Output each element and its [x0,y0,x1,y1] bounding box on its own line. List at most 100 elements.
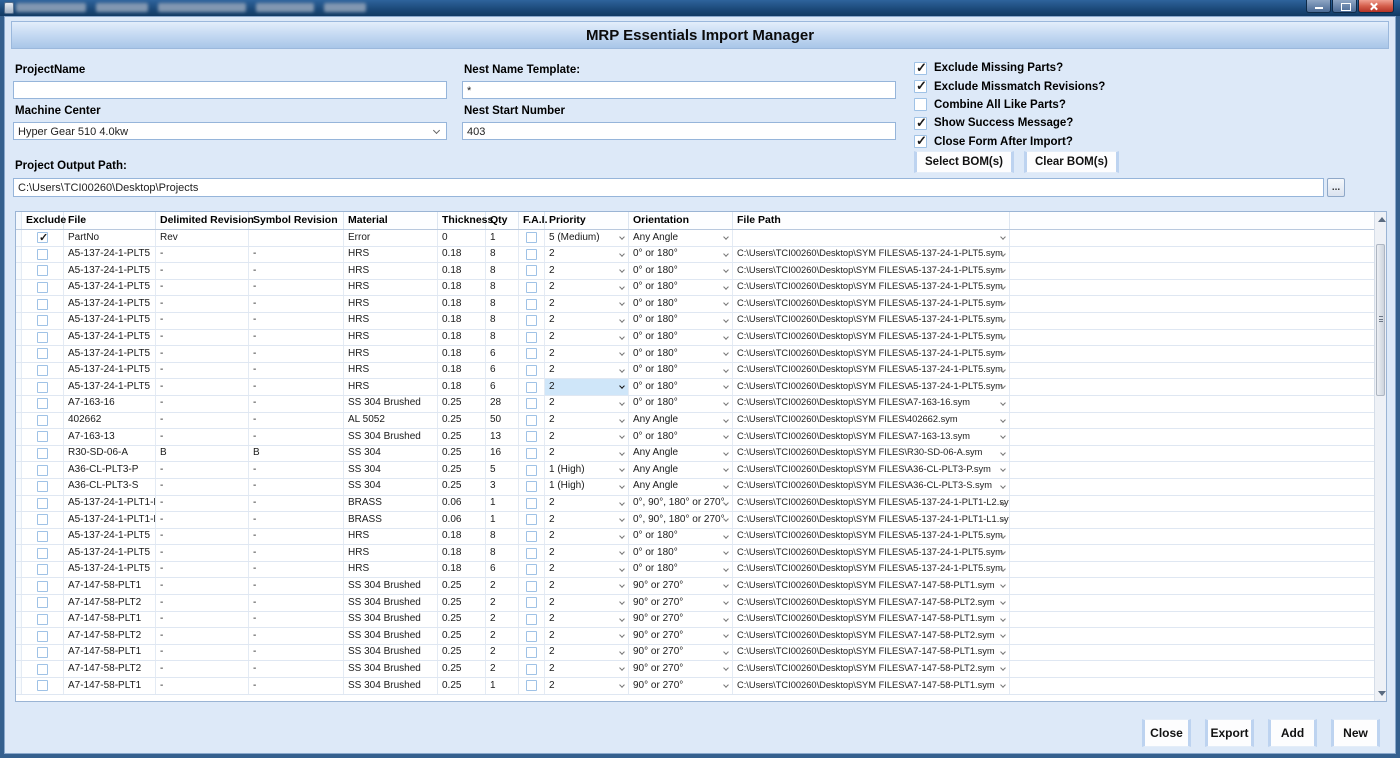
checkbox-icon[interactable] [526,249,537,260]
fai-checkbox[interactable] [519,429,545,445]
orientation-dropdown[interactable]: 0° or 180° [629,545,733,561]
checkbox-icon[interactable] [37,548,48,559]
checkbox-icon[interactable] [526,265,537,276]
cell-symbol-revision[interactable] [249,230,344,246]
cell-delimited-revision[interactable]: - [156,263,249,279]
cell-qty[interactable]: 50 [486,413,519,429]
exclude-checkbox[interactable] [22,578,64,594]
orientation-dropdown[interactable]: 0° or 180° [629,280,733,296]
checkbox-icon[interactable] [526,680,537,691]
cell-thickness[interactable]: 0.18 [438,363,486,379]
cell-thickness[interactable]: 0.06 [438,496,486,512]
cell-thickness[interactable]: 0.18 [438,313,486,329]
cell-material[interactable]: SS 304 Brushed [344,628,438,644]
machine-center-select[interactable]: Hyper Gear 510 4.0kw [13,122,447,140]
checkbox-icon[interactable] [526,315,537,326]
checkbox-icon[interactable] [37,415,48,426]
cell-thickness[interactable]: 0.18 [438,247,486,263]
orientation-dropdown[interactable]: Any Angle [629,446,733,462]
cell-file[interactable]: A5-137-24-1-PLT1-L1 [64,512,156,528]
priority-dropdown[interactable]: 2 [545,330,629,346]
checkbox-icon[interactable] [526,647,537,658]
checkbox-icon[interactable] [37,382,48,393]
cell-material[interactable]: SS 304 Brushed [344,678,438,694]
cell-delimited-revision[interactable]: - [156,661,249,677]
cell-qty[interactable]: 1 [486,230,519,246]
orientation-dropdown[interactable]: 0° or 180° [629,363,733,379]
scroll-up-icon[interactable] [1378,217,1386,222]
output-path-input[interactable]: C:\Users\TCI00260\Desktop\Projects [13,178,1324,197]
fai-checkbox[interactable] [519,296,545,312]
fai-checkbox[interactable] [519,661,545,677]
exclude-checkbox[interactable] [22,628,64,644]
scroll-down-icon[interactable] [1378,691,1386,696]
cell-symbol-revision[interactable]: - [249,330,344,346]
cell-material[interactable]: SS 304 Brushed [344,429,438,445]
checkbox-icon[interactable] [526,498,537,509]
cell-delimited-revision[interactable]: - [156,612,249,628]
checkbox-icon[interactable] [526,398,537,409]
checkbox-icon[interactable] [526,448,537,459]
priority-dropdown[interactable]: 2 [545,363,629,379]
cell-delimited-revision[interactable]: - [156,578,249,594]
exclude-checkbox[interactable] [22,296,64,312]
filepath-dropdown[interactable]: C:\Users\TCI00260\Desktop\SYM FILES\A36-… [733,462,1010,478]
column-header-material[interactable]: Material [344,212,438,229]
priority-dropdown[interactable]: 1 (High) [545,462,629,478]
fai-checkbox[interactable] [519,230,545,246]
cell-symbol-revision[interactable]: - [249,396,344,412]
checkbox-icon[interactable] [37,481,48,492]
cell-delimited-revision[interactable]: - [156,363,249,379]
filepath-dropdown[interactable]: C:\Users\TCI00260\Desktop\SYM FILES\A5-1… [733,313,1010,329]
cell-qty[interactable]: 2 [486,595,519,611]
cell-material[interactable]: HRS [344,296,438,312]
cell-file[interactable]: A7-147-58-PLT1 [64,645,156,661]
column-header-thickness[interactable]: Thickness [438,212,486,229]
cell-symbol-revision[interactable]: - [249,496,344,512]
cell-qty[interactable]: 16 [486,446,519,462]
cell-delimited-revision[interactable]: - [156,678,249,694]
cell-file[interactable]: A7-147-58-PLT1 [64,612,156,628]
cell-file[interactable]: A7-163-16 [64,396,156,412]
cell-file[interactable]: A5-137-24-1-PLT5 [64,313,156,329]
checkbox-icon[interactable] [526,481,537,492]
orientation-dropdown[interactable]: 0°, 90°, 180° or 270° [629,496,733,512]
checkbox-icon[interactable] [526,299,537,310]
fai-checkbox[interactable] [519,645,545,661]
cell-file[interactable]: 402662 [64,413,156,429]
filepath-dropdown[interactable]: C:\Users\TCI00260\Desktop\SYM FILES\A5-1… [733,529,1010,545]
checkbox-icon[interactable] [526,597,537,608]
priority-dropdown[interactable]: 2 [545,545,629,561]
cell-delimited-revision[interactable]: - [156,529,249,545]
column-header-file[interactable]: File [64,212,156,229]
cell-file[interactable]: A36-CL-PLT3-S [64,479,156,495]
filepath-dropdown[interactable]: C:\Users\TCI00260\Desktop\SYM FILES\A5-1… [733,346,1010,362]
priority-dropdown[interactable]: 2 [545,446,629,462]
cell-thickness[interactable]: 0.18 [438,280,486,296]
select-bom-button[interactable]: Select BOM(s) [914,151,1014,173]
orientation-dropdown[interactable]: 90° or 270° [629,628,733,644]
filepath-dropdown[interactable]: C:\Users\TCI00260\Desktop\SYM FILES\A7-1… [733,628,1010,644]
cell-delimited-revision[interactable]: - [156,396,249,412]
cell-symbol-revision[interactable]: - [249,413,344,429]
nest-name-template-input[interactable]: * [462,81,896,99]
fai-checkbox[interactable] [519,529,545,545]
filepath-dropdown[interactable]: C:\Users\TCI00260\Desktop\SYM FILES\A5-1… [733,496,1010,512]
maximize-button[interactable] [1332,0,1357,13]
fai-checkbox[interactable] [519,446,545,462]
cell-thickness[interactable]: 0.25 [438,396,486,412]
cell-material[interactable]: HRS [344,529,438,545]
checkbox-icon[interactable] [37,448,48,459]
checkbox-icon[interactable] [37,680,48,691]
cell-file[interactable]: A5-137-24-1-PLT1-L2 [64,496,156,512]
cell-qty[interactable]: 3 [486,479,519,495]
cell-delimited-revision[interactable]: - [156,545,249,561]
cell-file[interactable]: A5-137-24-1-PLT5 [64,296,156,312]
cell-symbol-revision[interactable]: - [249,529,344,545]
exclude-checkbox[interactable] [22,280,64,296]
checkbox-icon[interactable] [914,117,927,130]
checkbox-icon[interactable] [37,581,48,592]
checkbox-icon[interactable] [526,664,537,675]
option-combine-all-like-parts[interactable]: Combine All Like Parts? [914,96,1105,114]
cell-material[interactable]: SS 304 Brushed [344,396,438,412]
